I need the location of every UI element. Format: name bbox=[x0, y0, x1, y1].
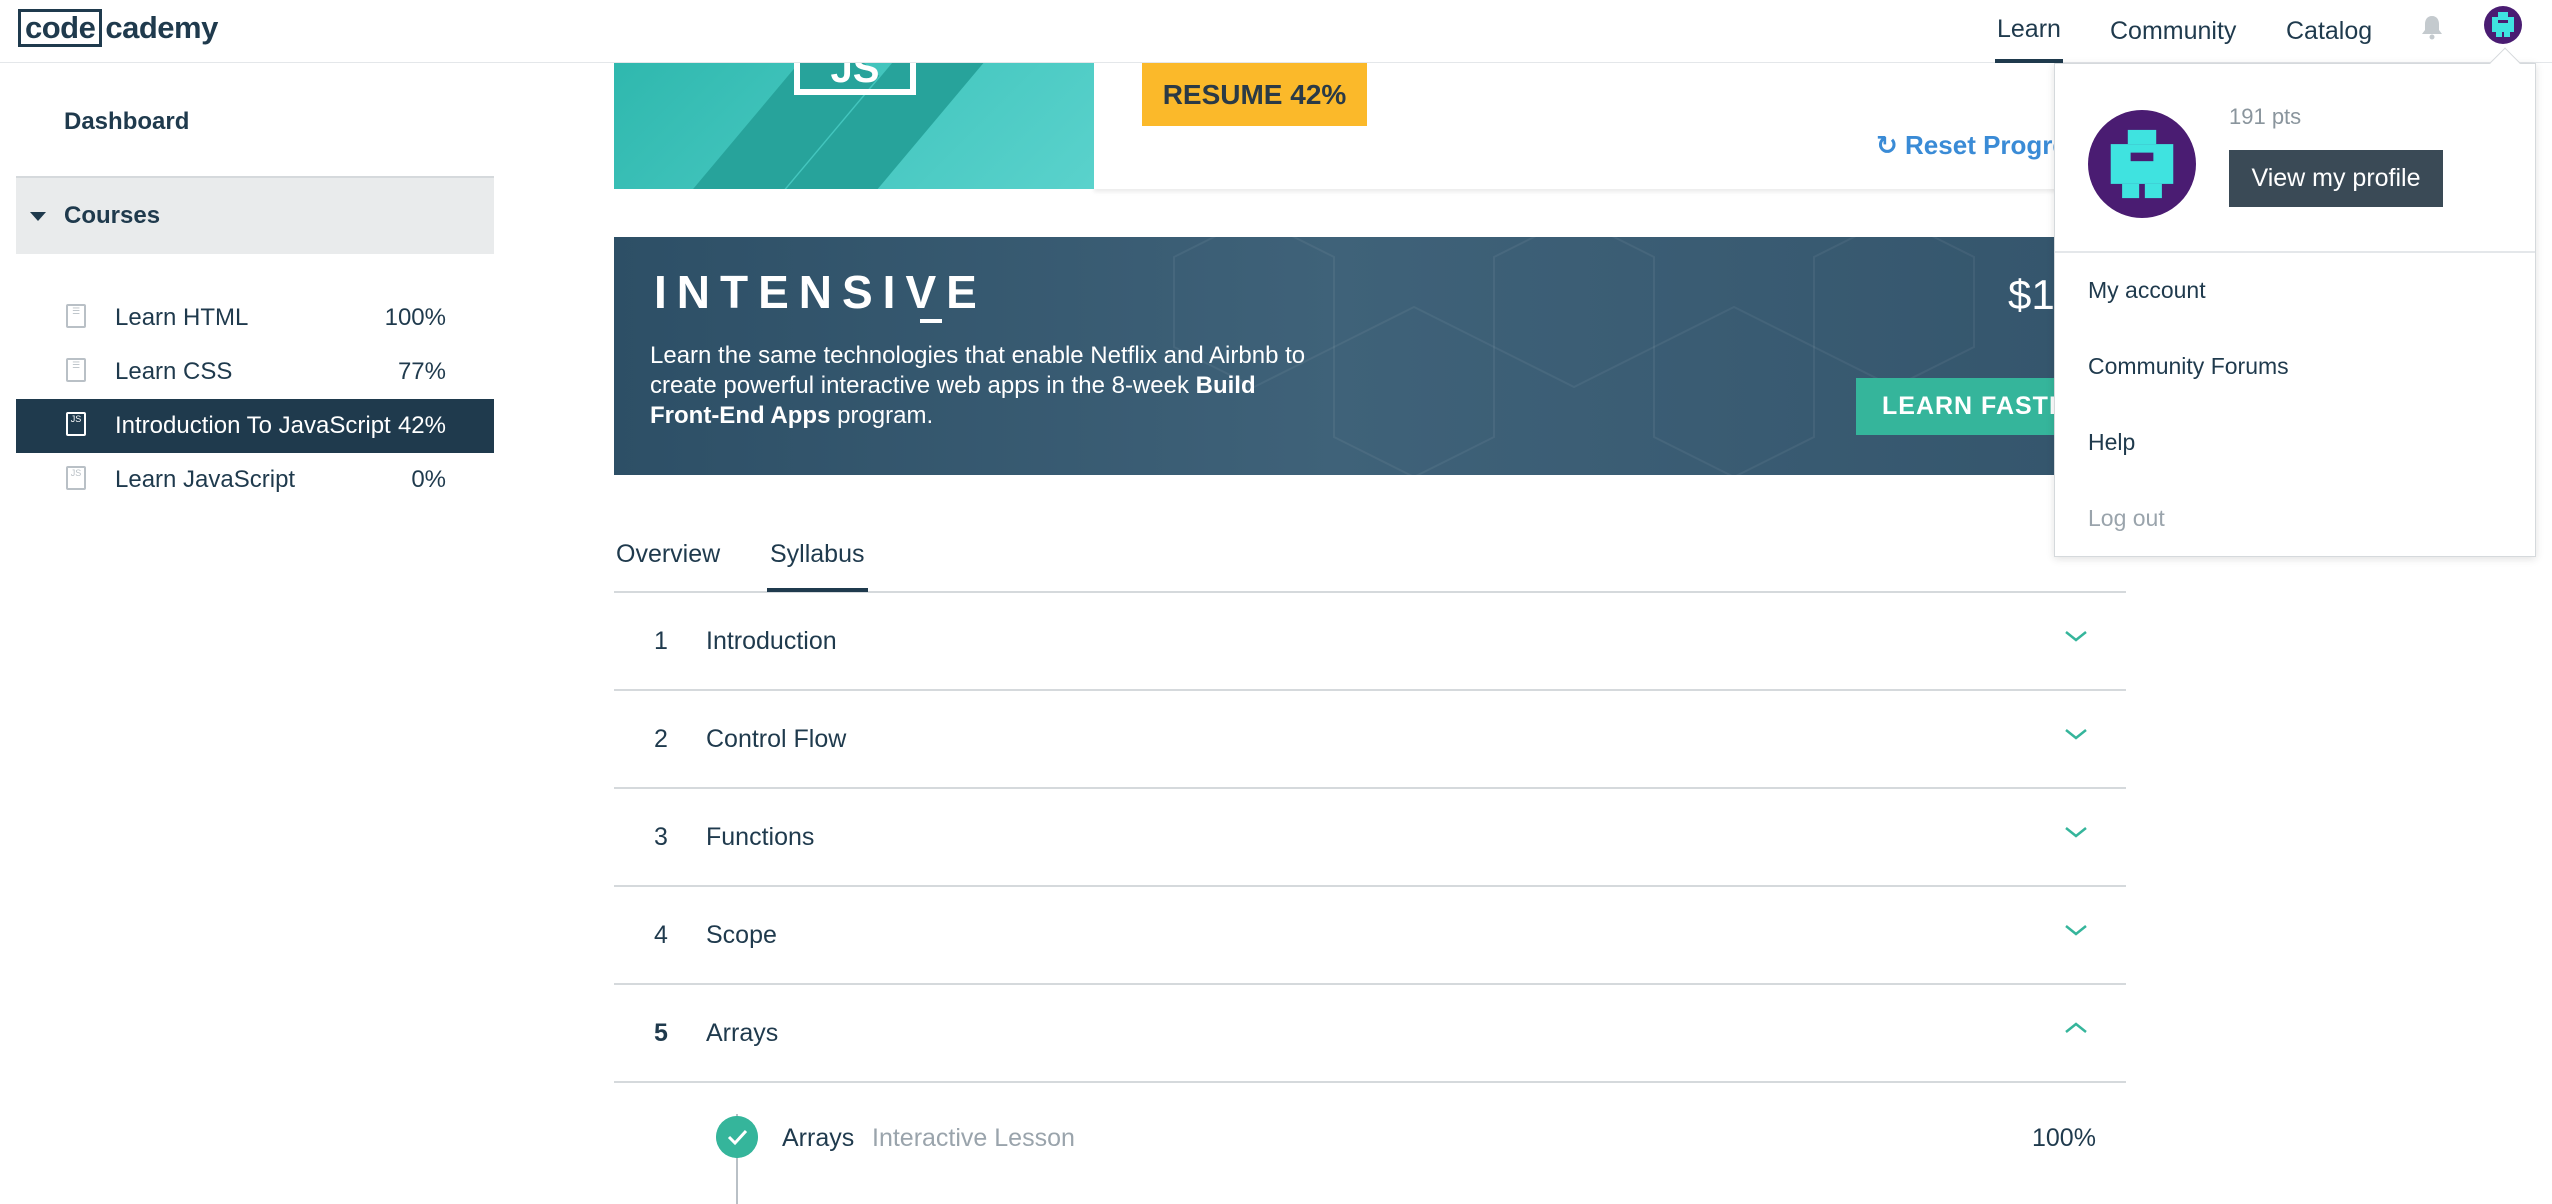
lesson-type: Interactive Lesson bbox=[872, 1124, 1075, 1152]
user-points: 191 pts bbox=[2229, 104, 2302, 129]
unit-title: Control Flow bbox=[706, 725, 847, 753]
unit-number: 1 bbox=[654, 627, 668, 655]
dropdown-divider bbox=[2055, 251, 2535, 253]
codecademy-logo[interactable]: code cademy bbox=[18, 9, 218, 47]
learn-faster-button[interactable]: LEARN FASTER bbox=[1856, 378, 2054, 435]
chevron-down-icon[interactable] bbox=[2064, 825, 2088, 839]
courses-section-toggle[interactable]: Courses bbox=[16, 176, 494, 254]
nav-catalog-label: Catalog bbox=[2286, 17, 2373, 45]
nav-community[interactable]: Community bbox=[2110, 0, 2236, 63]
chevron-up-icon[interactable] bbox=[2064, 1021, 2088, 1035]
sidebar-course-intro-javascript[interactable]: JS Introduction To JavaScript 42% bbox=[16, 399, 494, 453]
tab-syllabus[interactable]: Syllabus bbox=[767, 540, 868, 592]
unit-number: 5 bbox=[654, 1019, 668, 1047]
unit-number: 4 bbox=[654, 921, 668, 949]
nav-catalog[interactable]: Catalog bbox=[2286, 0, 2372, 63]
syllabus-unit-row[interactable]: 3 Functions bbox=[614, 789, 2126, 887]
resume-button[interactable]: RESUME 42% bbox=[1142, 63, 1367, 126]
sidebar-course-learn-html[interactable]: ☰ Learn HTML 100% bbox=[16, 291, 494, 345]
course-hero-image: JS bbox=[614, 63, 1094, 189]
lesson-title[interactable]: Arrays bbox=[782, 1124, 854, 1153]
top-navigation-bar: code cademy Learn Community Catalog bbox=[0, 0, 2552, 63]
caret-down-icon bbox=[30, 211, 46, 221]
tab-syllabus-label: Syllabus bbox=[770, 540, 865, 568]
tab-overview[interactable]: Overview bbox=[616, 540, 720, 592]
sidebar-course-learn-javascript[interactable]: JS Learn JavaScript 0% bbox=[16, 453, 494, 507]
unit-title: Introduction bbox=[706, 627, 837, 655]
unit-title: Functions bbox=[706, 823, 815, 851]
course-name: Introduction To JavaScript bbox=[115, 412, 391, 439]
menu-item-log-out[interactable]: Log out bbox=[2088, 505, 2165, 532]
course-progress: 42% bbox=[397, 412, 446, 439]
html-file-icon: ☰ bbox=[66, 304, 86, 328]
chevron-down-icon[interactable] bbox=[2064, 923, 2088, 937]
intensive-body-text-end: program. bbox=[830, 402, 934, 429]
logo-code-box: code bbox=[18, 9, 103, 47]
syllabus-unit-row[interactable]: 1 Introduction bbox=[614, 593, 2126, 691]
course-name: Learn CSS bbox=[115, 358, 233, 385]
bell-icon[interactable] bbox=[2420, 14, 2444, 40]
syllabus-unit-row[interactable]: 2 Control Flow bbox=[614, 691, 2126, 789]
course-progress: 100% bbox=[384, 304, 446, 331]
sidebar-dashboard-link[interactable]: Dashboard bbox=[64, 108, 189, 136]
js-file-icon: JS bbox=[66, 466, 86, 490]
unit-number: 3 bbox=[654, 823, 668, 851]
chevron-down-icon[interactable] bbox=[2064, 727, 2088, 741]
js-logo: JS bbox=[794, 63, 916, 95]
profile-dropdown: 191 pts View my profile My account Commu… bbox=[2054, 63, 2536, 557]
nav-learn[interactable]: Learn bbox=[1995, 0, 2063, 63]
reset-progress-link[interactable]: ↻ Reset Progres bbox=[1876, 130, 2081, 161]
title-cursor-underline bbox=[920, 319, 942, 323]
course-name: Learn JavaScript bbox=[115, 466, 296, 493]
chevron-down-icon[interactable] bbox=[2064, 629, 2088, 643]
courses-label: Courses bbox=[64, 202, 161, 229]
unit-title: Scope bbox=[706, 921, 777, 949]
view-profile-button[interactable]: View my profile bbox=[2229, 150, 2443, 207]
css-file-icon: ☰ bbox=[66, 358, 86, 382]
menu-item-help[interactable]: Help bbox=[2088, 429, 2135, 456]
avatar-icon[interactable] bbox=[2484, 6, 2522, 44]
syllabus-unit-row[interactable]: 4 Scope bbox=[614, 887, 2126, 985]
syllabus-unit-row-expanded[interactable]: 5 Arrays bbox=[614, 985, 2126, 1083]
intensive-description: Learn the same technologies that enable … bbox=[650, 341, 1330, 431]
intensive-banner: INTENSIVE Learn the same technologies th… bbox=[614, 237, 2054, 475]
js-file-icon: JS bbox=[66, 412, 86, 436]
course-progress: 0% bbox=[411, 466, 446, 493]
unit-title: Arrays bbox=[706, 1019, 779, 1047]
intensive-price: $19 bbox=[2008, 271, 2054, 318]
tab-overview-label: Overview bbox=[616, 540, 721, 568]
menu-item-my-account[interactable]: My account bbox=[2088, 277, 2206, 304]
checkmark-icon bbox=[716, 1116, 758, 1158]
sidebar-course-learn-css[interactable]: ☰ Learn CSS 77% bbox=[16, 345, 494, 399]
course-progress: 77% bbox=[397, 358, 446, 385]
nav-community-label: Community bbox=[2110, 17, 2237, 45]
logo-cademy-text: cademy bbox=[105, 10, 218, 45]
menu-item-community-forums[interactable]: Community Forums bbox=[2088, 353, 2289, 380]
unit-number: 2 bbox=[654, 725, 668, 753]
course-name: Learn HTML bbox=[115, 304, 249, 331]
lesson-progress: 100% bbox=[2032, 1124, 2096, 1152]
profile-avatar-icon[interactable] bbox=[2088, 110, 2196, 218]
intensive-title: INTENSIVE bbox=[654, 266, 987, 318]
refresh-icon: ↻ bbox=[1876, 130, 1898, 160]
nav-learn-label: Learn bbox=[1997, 15, 2061, 43]
